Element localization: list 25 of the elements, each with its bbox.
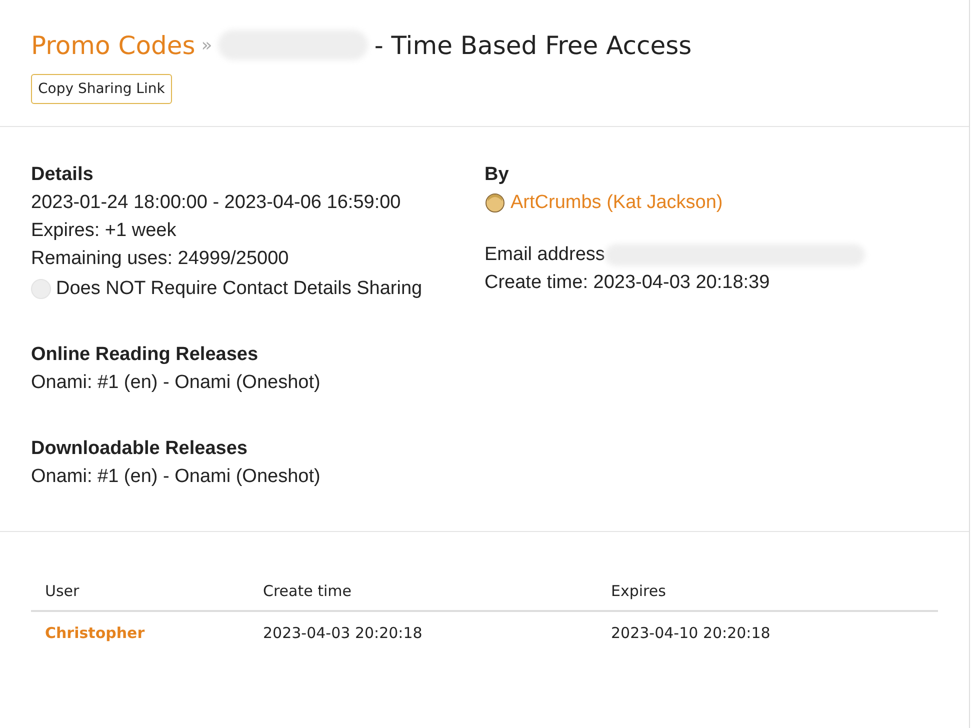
table-cell: 2023-04-03 20:20:18 xyxy=(249,611,597,654)
column-header: User xyxy=(31,572,249,611)
copy-link-button[interactable]: Copy Sharing Link xyxy=(31,74,172,104)
detail-text: Expires: +1 week xyxy=(31,219,178,243)
section-heading: Details xyxy=(31,163,94,187)
detail-text: Remaining uses: 24999/25000 xyxy=(31,247,290,271)
page-title: - Time Based Free Access xyxy=(374,30,692,60)
option-label: Does NOT Require Contact Details Sharing xyxy=(56,277,422,301)
section-heading: Downloadable Releases xyxy=(31,437,248,461)
release-text: Onami: #1 (en) - Onami (Oneshot) xyxy=(31,465,322,489)
create-time-text: Create time: 2023-04-03 20:18:39 xyxy=(484,271,771,295)
email-label: Email address xyxy=(484,243,605,267)
release-text: Onami: #1 (en) - Onami (Oneshot) xyxy=(31,371,322,395)
breadcrumb-separator: » xyxy=(201,34,212,56)
detail-text: 2023-01-24 18:00:00 - 2023-04-06 16:59:00 xyxy=(31,191,402,215)
column-header: Expires xyxy=(597,572,938,611)
table-cell: 2023-04-10 20:20:18 xyxy=(597,611,938,654)
user-link[interactable]: ArtCrumbs (Kat Jackson) xyxy=(510,189,723,217)
avatar-icon xyxy=(484,193,504,213)
section-heading: Online Reading Releases xyxy=(31,343,260,367)
section-heading: By xyxy=(484,163,510,187)
checkbox[interactable] xyxy=(31,279,51,299)
breadcrumb-link[interactable]: Promo Codes xyxy=(31,30,196,60)
column-header: Create time xyxy=(249,572,597,611)
user-link[interactable]: Christopher xyxy=(31,611,249,654)
